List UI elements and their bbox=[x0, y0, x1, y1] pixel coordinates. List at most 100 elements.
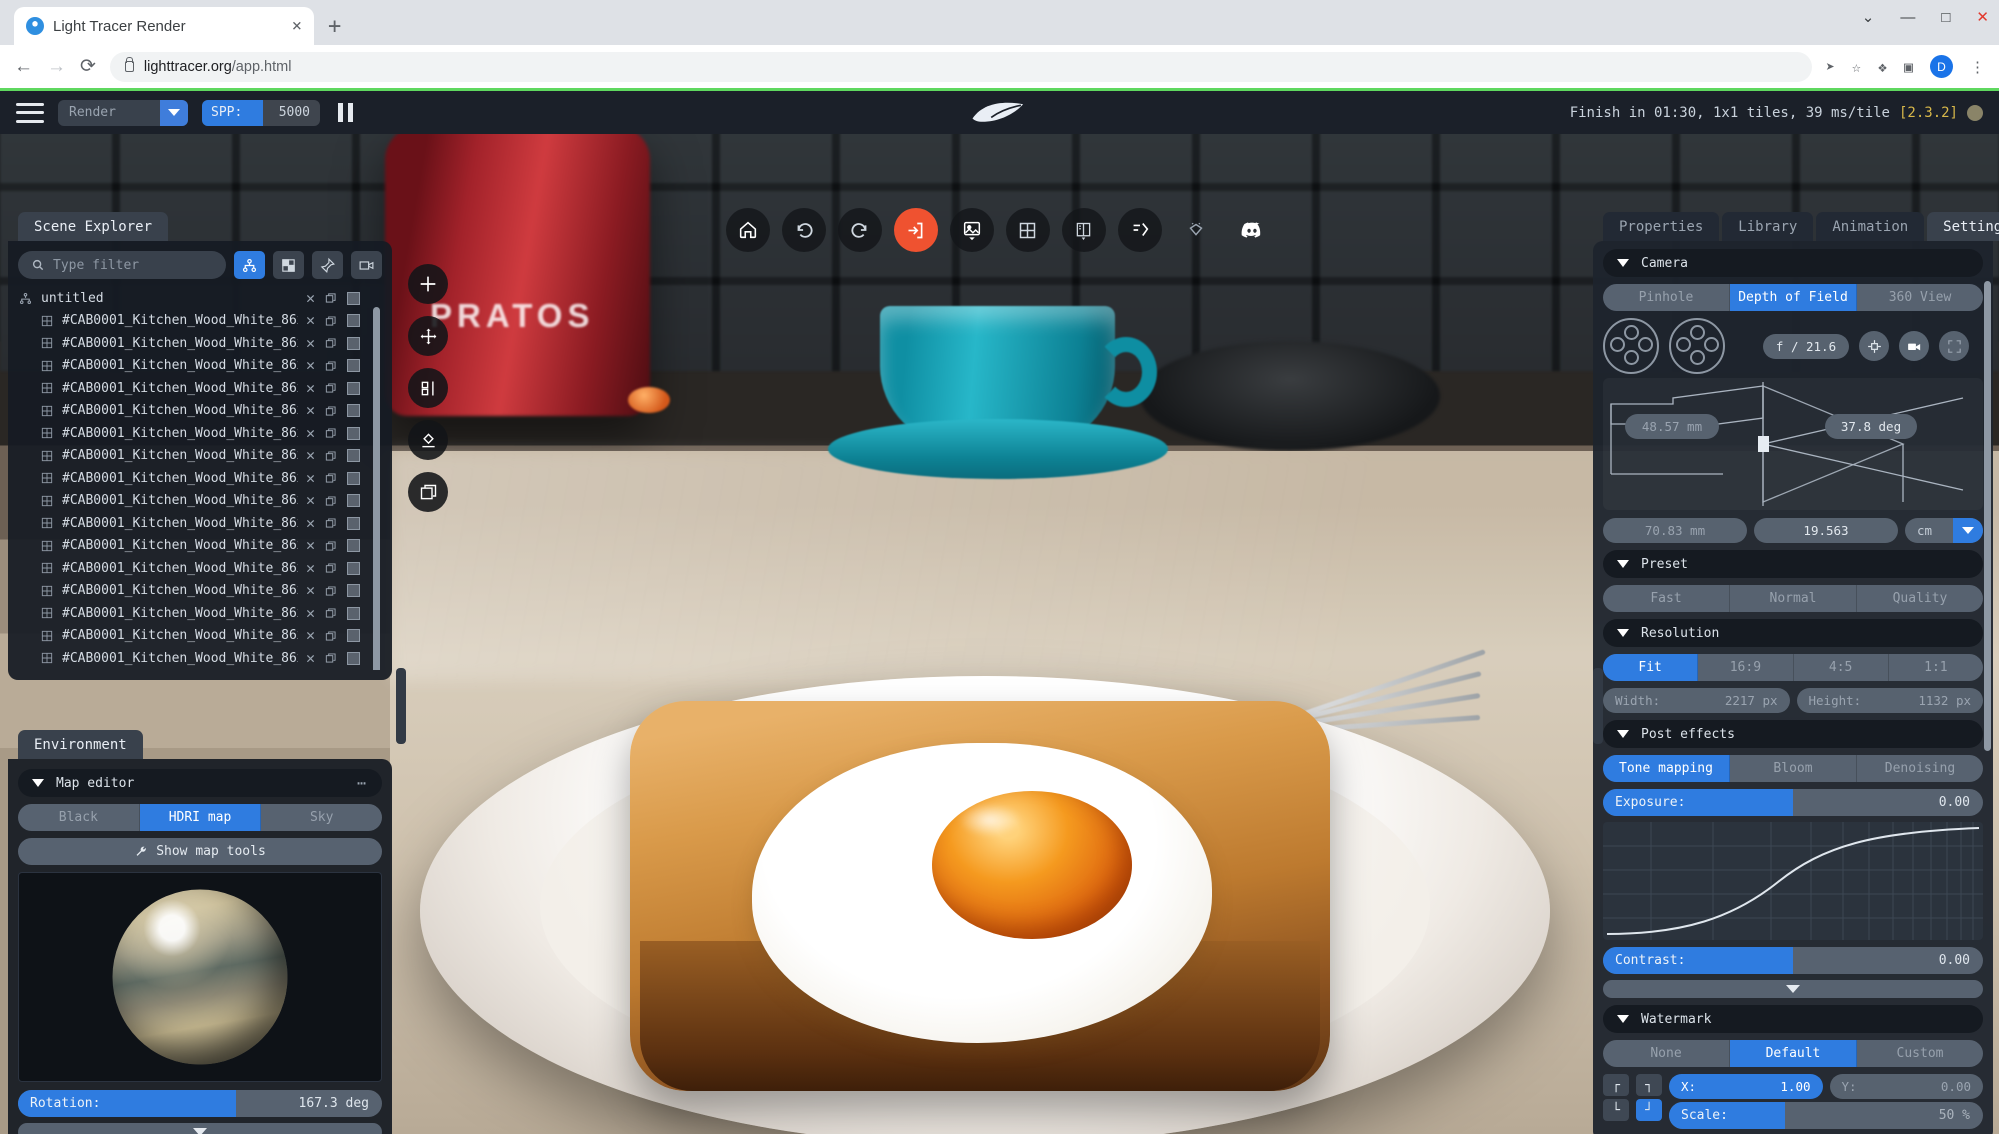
undo-icon[interactable] bbox=[781, 208, 826, 252]
duplicate-icon[interactable] bbox=[324, 404, 338, 418]
visibility-toggle[interactable] bbox=[347, 449, 360, 463]
fov-field[interactable]: 37.8 deg bbox=[1825, 414, 1917, 439]
tree-item-row[interactable]: #CAB0001_Kitchen_Wood_White_86x... ✕ bbox=[18, 512, 382, 535]
visibility-toggle[interactable] bbox=[347, 539, 360, 553]
visibility-toggle[interactable] bbox=[347, 359, 360, 373]
tab-animation[interactable]: Animation bbox=[1816, 212, 1925, 241]
hierarchy-view-icon[interactable] bbox=[234, 251, 265, 279]
pause-render-button[interactable] bbox=[338, 103, 353, 122]
fstop-field[interactable]: f / 21.6 bbox=[1763, 333, 1849, 359]
drop-to-floor-icon[interactable] bbox=[408, 420, 448, 460]
show-map-tools-button[interactable]: Show map tools bbox=[18, 838, 382, 865]
tree-item-row[interactable]: #CAB0001_Kitchen_Wood_White_86x... ✕ bbox=[18, 580, 382, 603]
segment-option-2[interactable]: Quality bbox=[1857, 585, 1983, 612]
duplicate-icon[interactable] bbox=[324, 494, 338, 508]
visibility-toggle[interactable] bbox=[347, 381, 360, 395]
sensor-size-field[interactable]: 70.83 mm bbox=[1603, 518, 1747, 543]
more-options-icon[interactable]: ⋯ bbox=[357, 774, 368, 792]
segment-option-0[interactable]: Pinhole bbox=[1603, 284, 1730, 311]
segment-option-2[interactable]: 360 View bbox=[1857, 284, 1983, 311]
segment-option-0[interactable]: Black bbox=[18, 804, 140, 831]
tab-properties[interactable]: Properties bbox=[1603, 212, 1720, 241]
back-icon[interactable]: ← bbox=[14, 56, 33, 78]
duplicate-icon[interactable] bbox=[324, 449, 338, 463]
avatar[interactable]: D bbox=[1930, 55, 1953, 78]
delete-icon[interactable]: ✕ bbox=[306, 425, 315, 441]
window-close-icon[interactable]: ✕ bbox=[1976, 8, 1989, 26]
segment-option-0[interactable]: None bbox=[1603, 1040, 1730, 1067]
tree-item-row[interactable]: #CAB0001_Kitchen_Wood_White_86x... ✕ bbox=[18, 602, 382, 625]
gem-material-icon[interactable] bbox=[1174, 208, 1218, 252]
segment-option-2[interactable]: Sky bbox=[261, 804, 382, 831]
hdri-preview[interactable] bbox=[18, 872, 382, 1082]
depth-of-field-diagram[interactable]: 48.57 mm 37.8 deg bbox=[1603, 378, 1983, 510]
delete-icon[interactable]: ✕ bbox=[306, 538, 315, 553]
visibility-toggle[interactable] bbox=[347, 336, 360, 350]
visibility-toggle[interactable] bbox=[347, 494, 360, 508]
sidepanel-icon[interactable]: ▣ bbox=[1904, 58, 1913, 76]
delete-icon[interactable]: ✕ bbox=[306, 290, 315, 306]
width-field[interactable]: Width: 2217 px bbox=[1603, 688, 1790, 713]
tab-scene-explorer[interactable]: Scene Explorer bbox=[18, 212, 169, 241]
map-editor-header[interactable]: Map editor ⋯ bbox=[18, 769, 382, 797]
reload-icon[interactable]: ⟳ bbox=[80, 55, 96, 78]
post-effects-collapse-bar[interactable] bbox=[1603, 980, 1983, 998]
duplicate-icon[interactable] bbox=[324, 314, 338, 328]
delete-icon[interactable]: ✕ bbox=[306, 403, 315, 418]
visibility-toggle[interactable] bbox=[347, 471, 360, 485]
delete-icon[interactable]: ✕ bbox=[306, 515, 315, 531]
tab-environment[interactable]: Environment bbox=[18, 730, 143, 759]
forward-icon[interactable]: → bbox=[47, 56, 66, 78]
tab-library[interactable]: Library bbox=[1722, 212, 1814, 241]
tree-item-row[interactable]: #CAB0001_Kitchen_Wood_White_86x... ✕ bbox=[18, 647, 382, 670]
tone-curve-graph[interactable] bbox=[1603, 822, 1983, 940]
redo-icon[interactable] bbox=[837, 208, 882, 252]
duplicate-icon[interactable] bbox=[408, 472, 448, 512]
segment-option-2[interactable]: 4:5 bbox=[1794, 654, 1889, 681]
segment-option-1[interactable]: Default bbox=[1730, 1040, 1857, 1067]
grid-view-icon[interactable] bbox=[1005, 208, 1050, 252]
segment-option-1[interactable]: Normal bbox=[1730, 585, 1857, 612]
watermark-y-field[interactable]: Y: 0.00 bbox=[1829, 1074, 1983, 1099]
delete-icon[interactable]: ✕ bbox=[306, 560, 315, 576]
delete-icon[interactable]: ✕ bbox=[306, 605, 315, 621]
home-icon[interactable] bbox=[725, 208, 770, 252]
close-icon[interactable]: × bbox=[292, 17, 302, 35]
image-export-icon[interactable] bbox=[949, 208, 994, 252]
segment-option-1[interactable]: Bloom bbox=[1730, 755, 1857, 782]
minimize-icon[interactable]: — bbox=[1900, 9, 1915, 26]
browser-tab[interactable]: Light Tracer Render × bbox=[14, 7, 314, 45]
watermark-scale-slider[interactable]: Scale: 50 % bbox=[1669, 1102, 1983, 1129]
tree-item-row[interactable]: #CAB0001_Kitchen_Wood_White_86x... ✕ bbox=[18, 557, 382, 580]
visibility-toggle[interactable] bbox=[347, 314, 360, 328]
tree-item-row[interactable]: #CAB0001_Kitchen_Wood_White_86x... ✕ bbox=[18, 400, 382, 423]
url-input[interactable]: lighttracer.org/app.html bbox=[109, 51, 1812, 82]
visibility-toggle[interactable] bbox=[347, 516, 360, 530]
delete-icon[interactable]: ✕ bbox=[306, 380, 315, 396]
duplicate-icon[interactable] bbox=[324, 516, 338, 530]
corner-bottom-right-icon[interactable]: ┘ bbox=[1636, 1099, 1662, 1121]
segment-option-1[interactable]: Depth of Field bbox=[1730, 284, 1857, 311]
light-effects-icon[interactable] bbox=[1117, 208, 1162, 252]
add-object-icon[interactable] bbox=[408, 264, 448, 304]
duplicate-icon[interactable] bbox=[324, 629, 338, 643]
chevron-down-icon[interactable]: ⌄ bbox=[1862, 8, 1875, 26]
tab-settings[interactable]: Settings bbox=[1927, 212, 1999, 241]
duplicate-icon[interactable] bbox=[324, 359, 338, 373]
focus-distance-field[interactable]: 19.563 bbox=[1754, 518, 1898, 543]
resolution-section-header[interactable]: Resolution bbox=[1603, 619, 1983, 647]
delete-icon[interactable]: ✕ bbox=[306, 313, 315, 328]
delete-icon[interactable]: ✕ bbox=[306, 583, 315, 598]
aperture-icon-right[interactable] bbox=[1669, 318, 1725, 374]
tree-item-row[interactable]: #CAB0001_Kitchen_Wood_White_86x... ✕ bbox=[18, 310, 382, 333]
duplicate-icon[interactable] bbox=[324, 584, 338, 598]
duplicate-icon[interactable] bbox=[324, 606, 338, 620]
import-icon[interactable] bbox=[893, 208, 938, 252]
delete-icon[interactable]: ✕ bbox=[306, 470, 315, 486]
camera-view-icon[interactable] bbox=[351, 251, 382, 279]
delete-icon[interactable]: ✕ bbox=[306, 650, 315, 666]
corner-top-right-icon[interactable]: ┐ bbox=[1636, 1074, 1662, 1096]
search-input[interactable]: Type filter bbox=[18, 251, 226, 279]
tree-item-row[interactable]: #CAB0001_Kitchen_Wood_White_86x... ✕ bbox=[18, 625, 382, 648]
delete-icon[interactable]: ✕ bbox=[306, 628, 315, 643]
